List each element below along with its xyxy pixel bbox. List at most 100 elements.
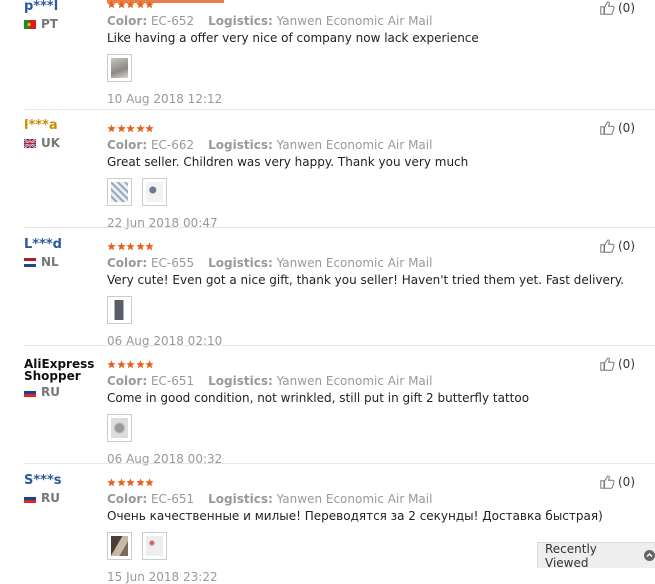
review-photos: [107, 178, 587, 206]
logistics-value: Yanwen Economic Air Mail: [276, 374, 433, 388]
star-rating: [107, 360, 587, 370]
buyer-name[interactable]: S***s: [24, 474, 104, 488]
country-code: NL: [41, 255, 59, 269]
logistics-value: Yanwen Economic Air Mail: [276, 256, 433, 270]
buyer-name[interactable]: AliExpress Shopper: [24, 358, 104, 382]
review-photo-thumbnail[interactable]: [107, 296, 132, 324]
helpful-vote[interactable]: (0): [600, 121, 635, 135]
helpful-vote[interactable]: (0): [600, 239, 635, 253]
review-item: AliExpress Shopper RU Color: EC-651 Logis…: [0, 346, 655, 466]
helpful-vote[interactable]: (0): [600, 475, 635, 489]
star-icon: [107, 242, 116, 251]
review-body: Color: EC-652 Logistics: Yanwen Economic …: [107, 0, 587, 106]
star-icon: [107, 478, 116, 487]
review-photo-thumbnail[interactable]: [142, 532, 167, 560]
star-icon: [145, 360, 154, 369]
country-code: RU: [41, 385, 60, 399]
logistics-label: Logistics:: [208, 492, 273, 506]
star-icon: [126, 124, 135, 133]
thumbs-up-icon[interactable]: [600, 239, 615, 253]
review-meta: Color: EC-651 Logistics: Yanwen Economic …: [107, 374, 587, 388]
star-icon: [145, 0, 154, 9]
country-code: UK: [41, 136, 61, 150]
recently-viewed-label: Recently Viewed: [545, 541, 597, 570]
review-body: Color: EC-651 Logistics: Yanwen Economic …: [107, 360, 587, 466]
review-photo-thumbnail[interactable]: [107, 532, 132, 560]
review-photos: [107, 54, 587, 82]
star-icon: [135, 478, 145, 487]
color-label: Color:: [107, 256, 148, 270]
star-rating: [107, 0, 587, 10]
review-photo-thumbnail[interactable]: [107, 414, 132, 442]
star-icon: [126, 242, 135, 251]
buyer-info: p***l PT: [24, 0, 104, 31]
buyer-name-line: Shopper: [24, 369, 81, 383]
review-date: 15 Jun 2018 23:22: [107, 570, 218, 584]
buyer-country: PT: [24, 17, 104, 31]
thumbs-up-icon[interactable]: [600, 121, 615, 135]
buyer-name[interactable]: l***a: [24, 119, 104, 133]
color-value: EC-651: [150, 492, 195, 506]
star-icon: [107, 360, 116, 369]
color-label: Color:: [107, 14, 148, 28]
star-icon: [116, 0, 126, 9]
buyer-name[interactable]: L***d: [24, 238, 104, 252]
color-label: Color:: [107, 374, 148, 388]
color-value: EC-662: [150, 138, 195, 152]
recently-viewed-tab[interactable]: Recently Viewed: [537, 541, 655, 570]
helpful-count: (0): [618, 239, 635, 253]
logistics-label: Logistics:: [208, 138, 273, 152]
uk-flag-icon: [24, 138, 36, 148]
review-comment: Very cute! Even got a nice gift, thank y…: [107, 273, 625, 287]
star-icon: [107, 124, 116, 133]
logistics-label: Logistics:: [208, 374, 273, 388]
color-label: Color:: [107, 492, 148, 506]
review-photo-thumbnail[interactable]: [142, 178, 167, 206]
review-photos: [107, 532, 587, 560]
review-comment: Come in good condition, not wrinkled, st…: [107, 391, 530, 405]
buyer-country: NL: [24, 255, 104, 269]
helpful-count: (0): [618, 1, 635, 15]
review-photos: [107, 296, 587, 324]
logistics-label: Logistics:: [208, 14, 273, 28]
netherlands-flag-icon: [24, 257, 36, 267]
thumbs-up-icon[interactable]: [600, 475, 615, 489]
russia-flag-icon: [24, 387, 36, 397]
star-icon: [116, 242, 126, 251]
star-rating: [107, 242, 587, 252]
review-photo-thumbnail[interactable]: [107, 178, 132, 206]
star-icon: [126, 0, 135, 9]
review-meta: Color: EC-652 Logistics: Yanwen Economic …: [107, 14, 587, 28]
star-icon: [135, 360, 145, 369]
review-body: Color: EC-651 Logistics: Yanwen Economic …: [107, 478, 603, 584]
star-rating: [107, 478, 587, 488]
logistics-value: Yanwen Economic Air Mail: [276, 14, 433, 28]
star-rating: [107, 124, 587, 134]
review-comment: Очень качественные и милые! Переводятся …: [107, 509, 603, 523]
review-meta: Color: EC-662 Logistics: Yanwen Economic …: [107, 138, 587, 152]
buyer-info: L***d NL: [24, 228, 104, 269]
logistics-label: Logistics:: [208, 256, 273, 270]
russia-flag-icon: [24, 493, 36, 503]
buyer-info: S***s RU: [24, 464, 104, 505]
color-value: EC-651: [150, 374, 195, 388]
review-comment: Great seller. Children was very happy. T…: [107, 155, 469, 169]
color-value: EC-655: [150, 256, 195, 270]
thumbs-up-icon[interactable]: [600, 1, 615, 15]
star-icon: [116, 360, 126, 369]
review-photo-thumbnail[interactable]: [107, 54, 132, 82]
buyer-country: RU: [24, 385, 104, 399]
thumbs-up-icon[interactable]: [600, 357, 615, 371]
star-icon: [126, 478, 135, 487]
helpful-vote[interactable]: (0): [600, 357, 635, 371]
star-icon: [145, 478, 154, 487]
helpful-vote[interactable]: (0): [600, 1, 635, 15]
helpful-count: (0): [618, 121, 635, 135]
star-icon: [135, 0, 145, 9]
review-meta: Color: EC-655 Logistics: Yanwen Economic …: [107, 256, 587, 270]
review-item: p***l PT Color: EC-652 Logistics: Yanwen …: [0, 0, 655, 110]
buyer-country: UK: [24, 136, 104, 150]
buyer-name[interactable]: p***l: [24, 0, 104, 14]
helpful-count: (0): [618, 357, 635, 371]
star-icon: [116, 478, 126, 487]
